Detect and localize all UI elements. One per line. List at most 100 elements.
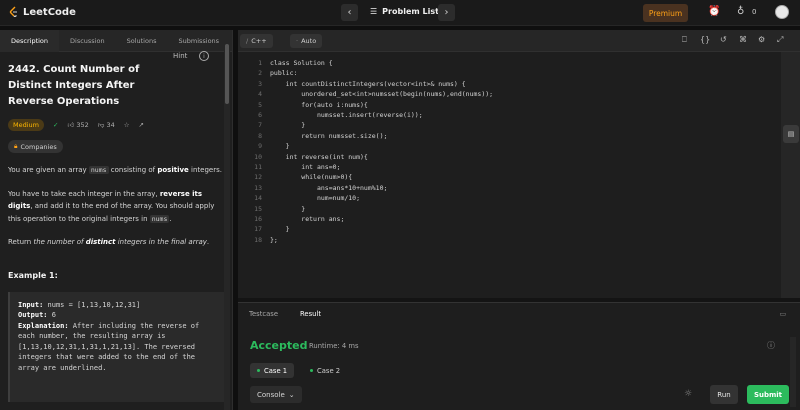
line-number: 16 xyxy=(254,215,262,223)
chevron-right-icon[interactable]: › xyxy=(438,4,455,21)
paragraph-3: Return the number of distinct integers i… xyxy=(8,238,210,246)
right-rail xyxy=(781,52,800,298)
case-1-button[interactable]: Case 1 xyxy=(250,363,295,378)
fire-icon[interactable]: ♁ xyxy=(737,6,744,17)
line-number: 8 xyxy=(258,131,262,140)
code-line: numsset.insert(reverse(i)); xyxy=(270,111,423,119)
streak-count: 0 xyxy=(752,8,757,16)
code-line: unordered_set<int>numsset(begin(nums),en… xyxy=(270,90,494,99)
premium-button[interactable]: Premium xyxy=(643,4,688,22)
code-line: int reverse(int num){ xyxy=(270,152,368,161)
line-number: 6 xyxy=(258,111,262,119)
thumbs-down-icon: 👎︎ xyxy=(97,121,105,129)
console-button[interactable]: Console ⌄ xyxy=(250,386,302,403)
lock-icon: 🔒︎ xyxy=(14,142,18,150)
line-number: 4 xyxy=(258,90,262,99)
line-number: 12 xyxy=(254,173,262,182)
avatar[interactable] xyxy=(775,5,789,19)
line-number: 7 xyxy=(258,121,262,130)
line-number: 1 xyxy=(258,59,262,67)
code-line: return ans; xyxy=(270,215,345,223)
share-icon[interactable]: ↗ xyxy=(139,121,144,129)
submit-button[interactable]: Submit xyxy=(747,385,789,404)
tab-result[interactable]: Result xyxy=(289,303,332,325)
star-icon[interactable]: ☆ xyxy=(124,121,130,129)
tab-discussion[interactable]: Discussion xyxy=(59,30,116,52)
console-tabs: Testcase Result ▭ xyxy=(238,303,800,325)
mode-select[interactable]: · Auto xyxy=(290,34,323,48)
console-panel: Testcase Result ▭ Accepted Runtime: 4 ms… xyxy=(238,302,800,410)
description-panel: Description Discussion Solutions Submiss… xyxy=(0,29,233,410)
example-box: Input: nums = [1,13,10,12,31] Output: 6 … xyxy=(8,291,224,402)
language-select[interactable]: / C++ xyxy=(240,34,273,48)
list-icon: ☰ xyxy=(370,7,378,16)
thumbs-up-icon: 👍︎ xyxy=(67,121,75,129)
leetcode-logo[interactable]: LeetCode xyxy=(9,6,76,18)
paragraph-2: You have to take each integer in the arr… xyxy=(8,189,215,223)
code-line: public: xyxy=(270,69,298,78)
companies-tag[interactable]: 🔒︎ Companies xyxy=(8,140,63,153)
code-area[interactable]: 1 class Solution { 2 public: 3 int countDist… xyxy=(238,56,783,298)
notes-icon[interactable]: ▤ xyxy=(783,125,799,143)
tab-solutions[interactable]: Solutions xyxy=(116,30,168,52)
fullscreen-icon[interactable]: ⤢ xyxy=(777,35,783,45)
debug-icon[interactable]: ☼ xyxy=(684,389,692,399)
line-number: 13 xyxy=(254,183,262,192)
code-icon: / xyxy=(246,37,249,45)
bookmark-icon[interactable]: ⎕ xyxy=(682,35,687,45)
pass-dot-icon xyxy=(257,369,260,372)
example-label: Example 1: xyxy=(8,270,58,280)
collapse-icon[interactable]: ▭ xyxy=(780,310,800,318)
shortcut-icon[interactable]: ⌘ xyxy=(739,35,747,44)
code-line: num=num/10; xyxy=(270,194,361,203)
code-line: } xyxy=(270,142,290,151)
problem-list-button[interactable]: ☰ Problem List xyxy=(370,7,439,16)
code-line: int countDistinctIntegers(vector<int>& n… xyxy=(270,79,466,88)
code-line: ans=ans*10+num%10; xyxy=(270,183,388,192)
difficulty-badge: Medium xyxy=(8,119,44,131)
code-line: for(auto i:nums){ xyxy=(270,100,368,109)
settings-icon[interactable]: ⚙ xyxy=(758,35,765,44)
code-editor: / C++ · Auto ⎕ {} ↺ ⌘ ⚙ ⤢ 1 class Solutio… xyxy=(238,30,800,298)
code-line: int ans=0; xyxy=(270,163,341,171)
line-number: 5 xyxy=(258,100,262,109)
code-line: }; xyxy=(270,235,278,244)
left-tabs: Description Discussion Solutions Submiss… xyxy=(0,29,232,52)
result-status: Accepted xyxy=(250,339,308,352)
line-number: 2 xyxy=(258,69,262,78)
problem-description: 2442. Count Number of Distinct Integers … xyxy=(0,52,232,410)
dislike-button[interactable]: 👎︎ 34 xyxy=(98,121,115,129)
braces-icon[interactable]: {} xyxy=(700,35,710,44)
tab-submissions[interactable]: Submissions xyxy=(167,30,230,52)
code-line: } xyxy=(270,121,306,130)
top-navigation-bar: LeetCode ‹ ☰ Problem List › Premium ⏰ ♁ … xyxy=(0,0,800,26)
line-number: 14 xyxy=(254,194,262,203)
line-number: 3 xyxy=(258,79,262,88)
dot-icon: · xyxy=(296,37,299,45)
code-line: class Solution { xyxy=(270,59,333,67)
editor-toolbar: / C++ · Auto ⎕ {} ↺ ⌘ ⚙ ⤢ xyxy=(238,30,800,52)
line-number: 10 xyxy=(254,152,262,161)
info-icon[interactable]: ⓘ xyxy=(767,340,775,351)
runtime-text: Runtime: 4 ms xyxy=(309,342,359,350)
info-icon[interactable]: i xyxy=(199,51,209,61)
case-2-button[interactable]: Case 2 xyxy=(303,363,347,378)
hint-button[interactable]: Hint xyxy=(173,52,187,60)
alarm-icon[interactable]: ⏰ xyxy=(708,6,720,17)
code-line: while(num>0){ xyxy=(270,173,353,182)
line-number: 15 xyxy=(254,204,262,213)
problem-title: 2442. Count Number of Distinct Integers … xyxy=(8,64,140,107)
console-scrollbar[interactable] xyxy=(790,337,796,407)
code-line: return numsset.size(); xyxy=(270,131,388,140)
run-button[interactable]: Run xyxy=(710,385,738,404)
tab-description[interactable]: Description xyxy=(0,29,60,52)
left-scrollbar-thumb[interactable] xyxy=(225,44,229,104)
reset-icon[interactable]: ↺ xyxy=(720,35,727,44)
line-number: 11 xyxy=(254,163,262,171)
line-number: 17 xyxy=(254,225,262,234)
line-number: 18 xyxy=(254,235,262,244)
chevron-left-icon[interactable]: ‹ xyxy=(341,4,358,21)
like-button[interactable]: 👍︎ 352 xyxy=(67,121,88,129)
chevron-down-icon: ⌄ xyxy=(288,390,295,399)
tab-testcase[interactable]: Testcase xyxy=(238,303,289,325)
